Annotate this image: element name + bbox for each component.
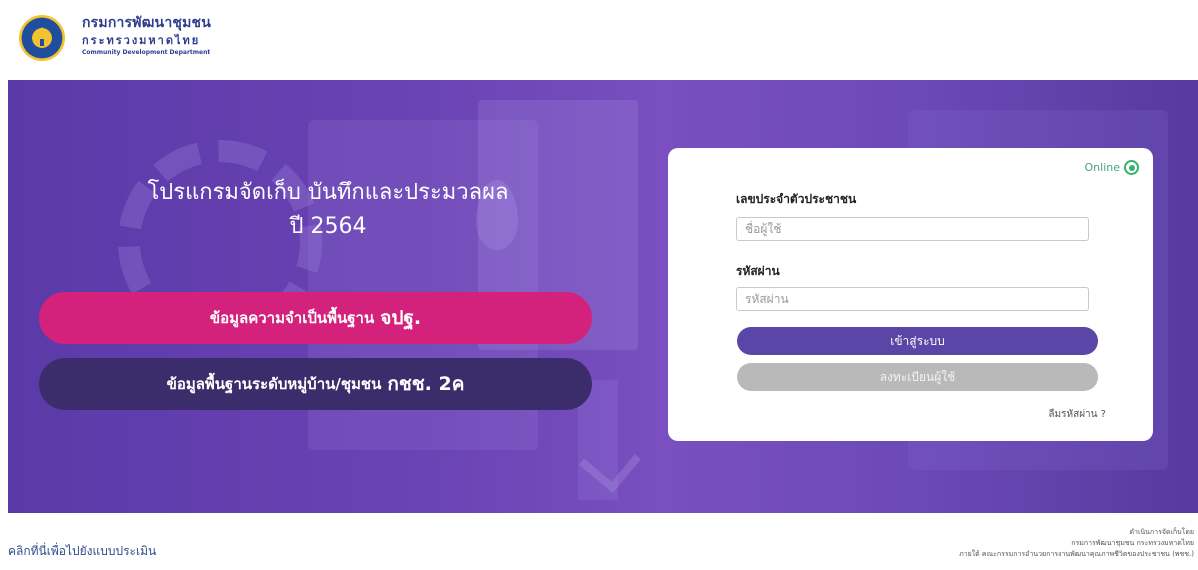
program-title-line1: โปรแกรมจัดเก็บ บันทึกและประมวลผล <box>147 180 509 205</box>
online-status: Online <box>1085 160 1139 175</box>
temple-icon <box>34 27 50 46</box>
credit-line: ดำเนินการจัดเก็บโดย <box>1129 528 1195 536</box>
program-year: ปี 2564 <box>289 214 367 239</box>
ministry-name-thai: กระทรวงมหาดไทย <box>82 34 201 47</box>
site-header: กรมการพัฒนาชุมชน กระทรวงมหาดไทย Communit… <box>0 0 1198 80</box>
jpt-data-button[interactable]: ข้อมูลความจำเป็นพื้นฐาน จปฐ. <box>39 292 592 344</box>
jpt-button-code: จปฐ. <box>380 307 422 329</box>
login-button[interactable]: เข้าสู่ระบบ <box>737 327 1098 355</box>
program-title: โปรแกรมจัดเก็บ บันทึกและประมวลผล ปี 2564 <box>108 176 548 244</box>
cdd-logo-emblem <box>19 15 65 61</box>
org-name-english: Community Development Department <box>82 49 211 56</box>
kchch-button-label: ข้อมูลพื้นฐานระดับหมู่บ้าน/ชุมชน <box>166 375 382 393</box>
credit-line: กรมการพัฒนาชุมชน กระทรวงมหาดไทย <box>1071 539 1194 547</box>
kchch-data-button[interactable]: ข้อมูลพื้นฐานระดับหมู่บ้าน/ชุมชน กชช. 2ค <box>39 358 592 410</box>
username-input[interactable] <box>736 217 1089 241</box>
login-card: Online เลขประจำตัวประชาชน รหัสผ่าน เข้าส… <box>668 148 1153 441</box>
forgot-password-link[interactable]: ลืมรหัสผ่าน ? <box>1048 407 1106 422</box>
evaluation-link[interactable]: คลิกที่นี่เพื่อไปยังแบบประเมิน <box>8 542 156 561</box>
password-label: รหัสผ่าน <box>736 264 780 278</box>
credits: ดำเนินการจัดเก็บโดย กรมการพัฒนาชุมชน กระ… <box>959 527 1194 560</box>
kchch-button-code: กชช. 2ค <box>387 373 465 395</box>
register-button[interactable]: ลงทะเบียนผู้ใช้ <box>737 363 1098 391</box>
password-input[interactable] <box>736 287 1089 311</box>
online-status-label: Online <box>1084 161 1120 174</box>
hero-banner: โปรแกรมจัดเก็บ บันทึกและประมวลผล ปี 2564… <box>8 80 1198 513</box>
radio-status-icon <box>1124 160 1139 175</box>
citizen-id-label: เลขประจำตัวประชาชน <box>736 192 857 206</box>
jpt-button-label: ข้อมูลความจำเป็นพื้นฐาน <box>209 309 375 327</box>
credit-line: ภายใต้ คณะกรรมการอำนวยการงานพัฒนาคุณภาพช… <box>959 550 1194 558</box>
